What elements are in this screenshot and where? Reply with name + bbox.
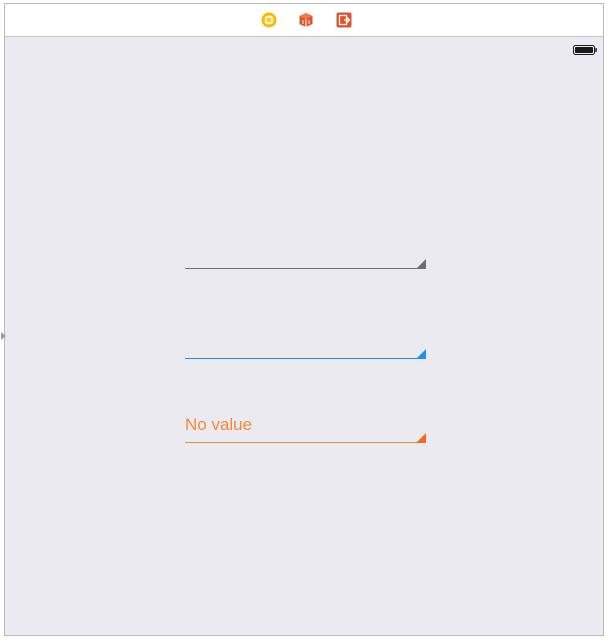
dropdown-corner-icon bbox=[416, 349, 426, 359]
text-field-placeholder[interactable]: No value bbox=[185, 407, 426, 443]
scene-dock bbox=[5, 4, 603, 37]
battery-icon bbox=[573, 42, 597, 55]
dropdown-corner-icon bbox=[416, 433, 426, 443]
dropdown-corner-icon bbox=[416, 259, 426, 269]
view-canvas: No value bbox=[1, 37, 603, 635]
scene-frame: No value bbox=[1, 3, 604, 636]
text-field-default[interactable] bbox=[185, 239, 426, 269]
text-field-active[interactable] bbox=[185, 329, 426, 359]
view-controller-icon[interactable] bbox=[261, 12, 277, 28]
text-field-value: No value bbox=[185, 415, 253, 434]
text-field-underline bbox=[185, 442, 426, 443]
text-field-underline bbox=[185, 358, 426, 359]
storyboard-entry-arrow-icon bbox=[1, 332, 6, 340]
exit-icon[interactable] bbox=[336, 12, 352, 28]
first-responder-icon[interactable] bbox=[298, 12, 314, 28]
text-field-underline bbox=[185, 268, 426, 269]
